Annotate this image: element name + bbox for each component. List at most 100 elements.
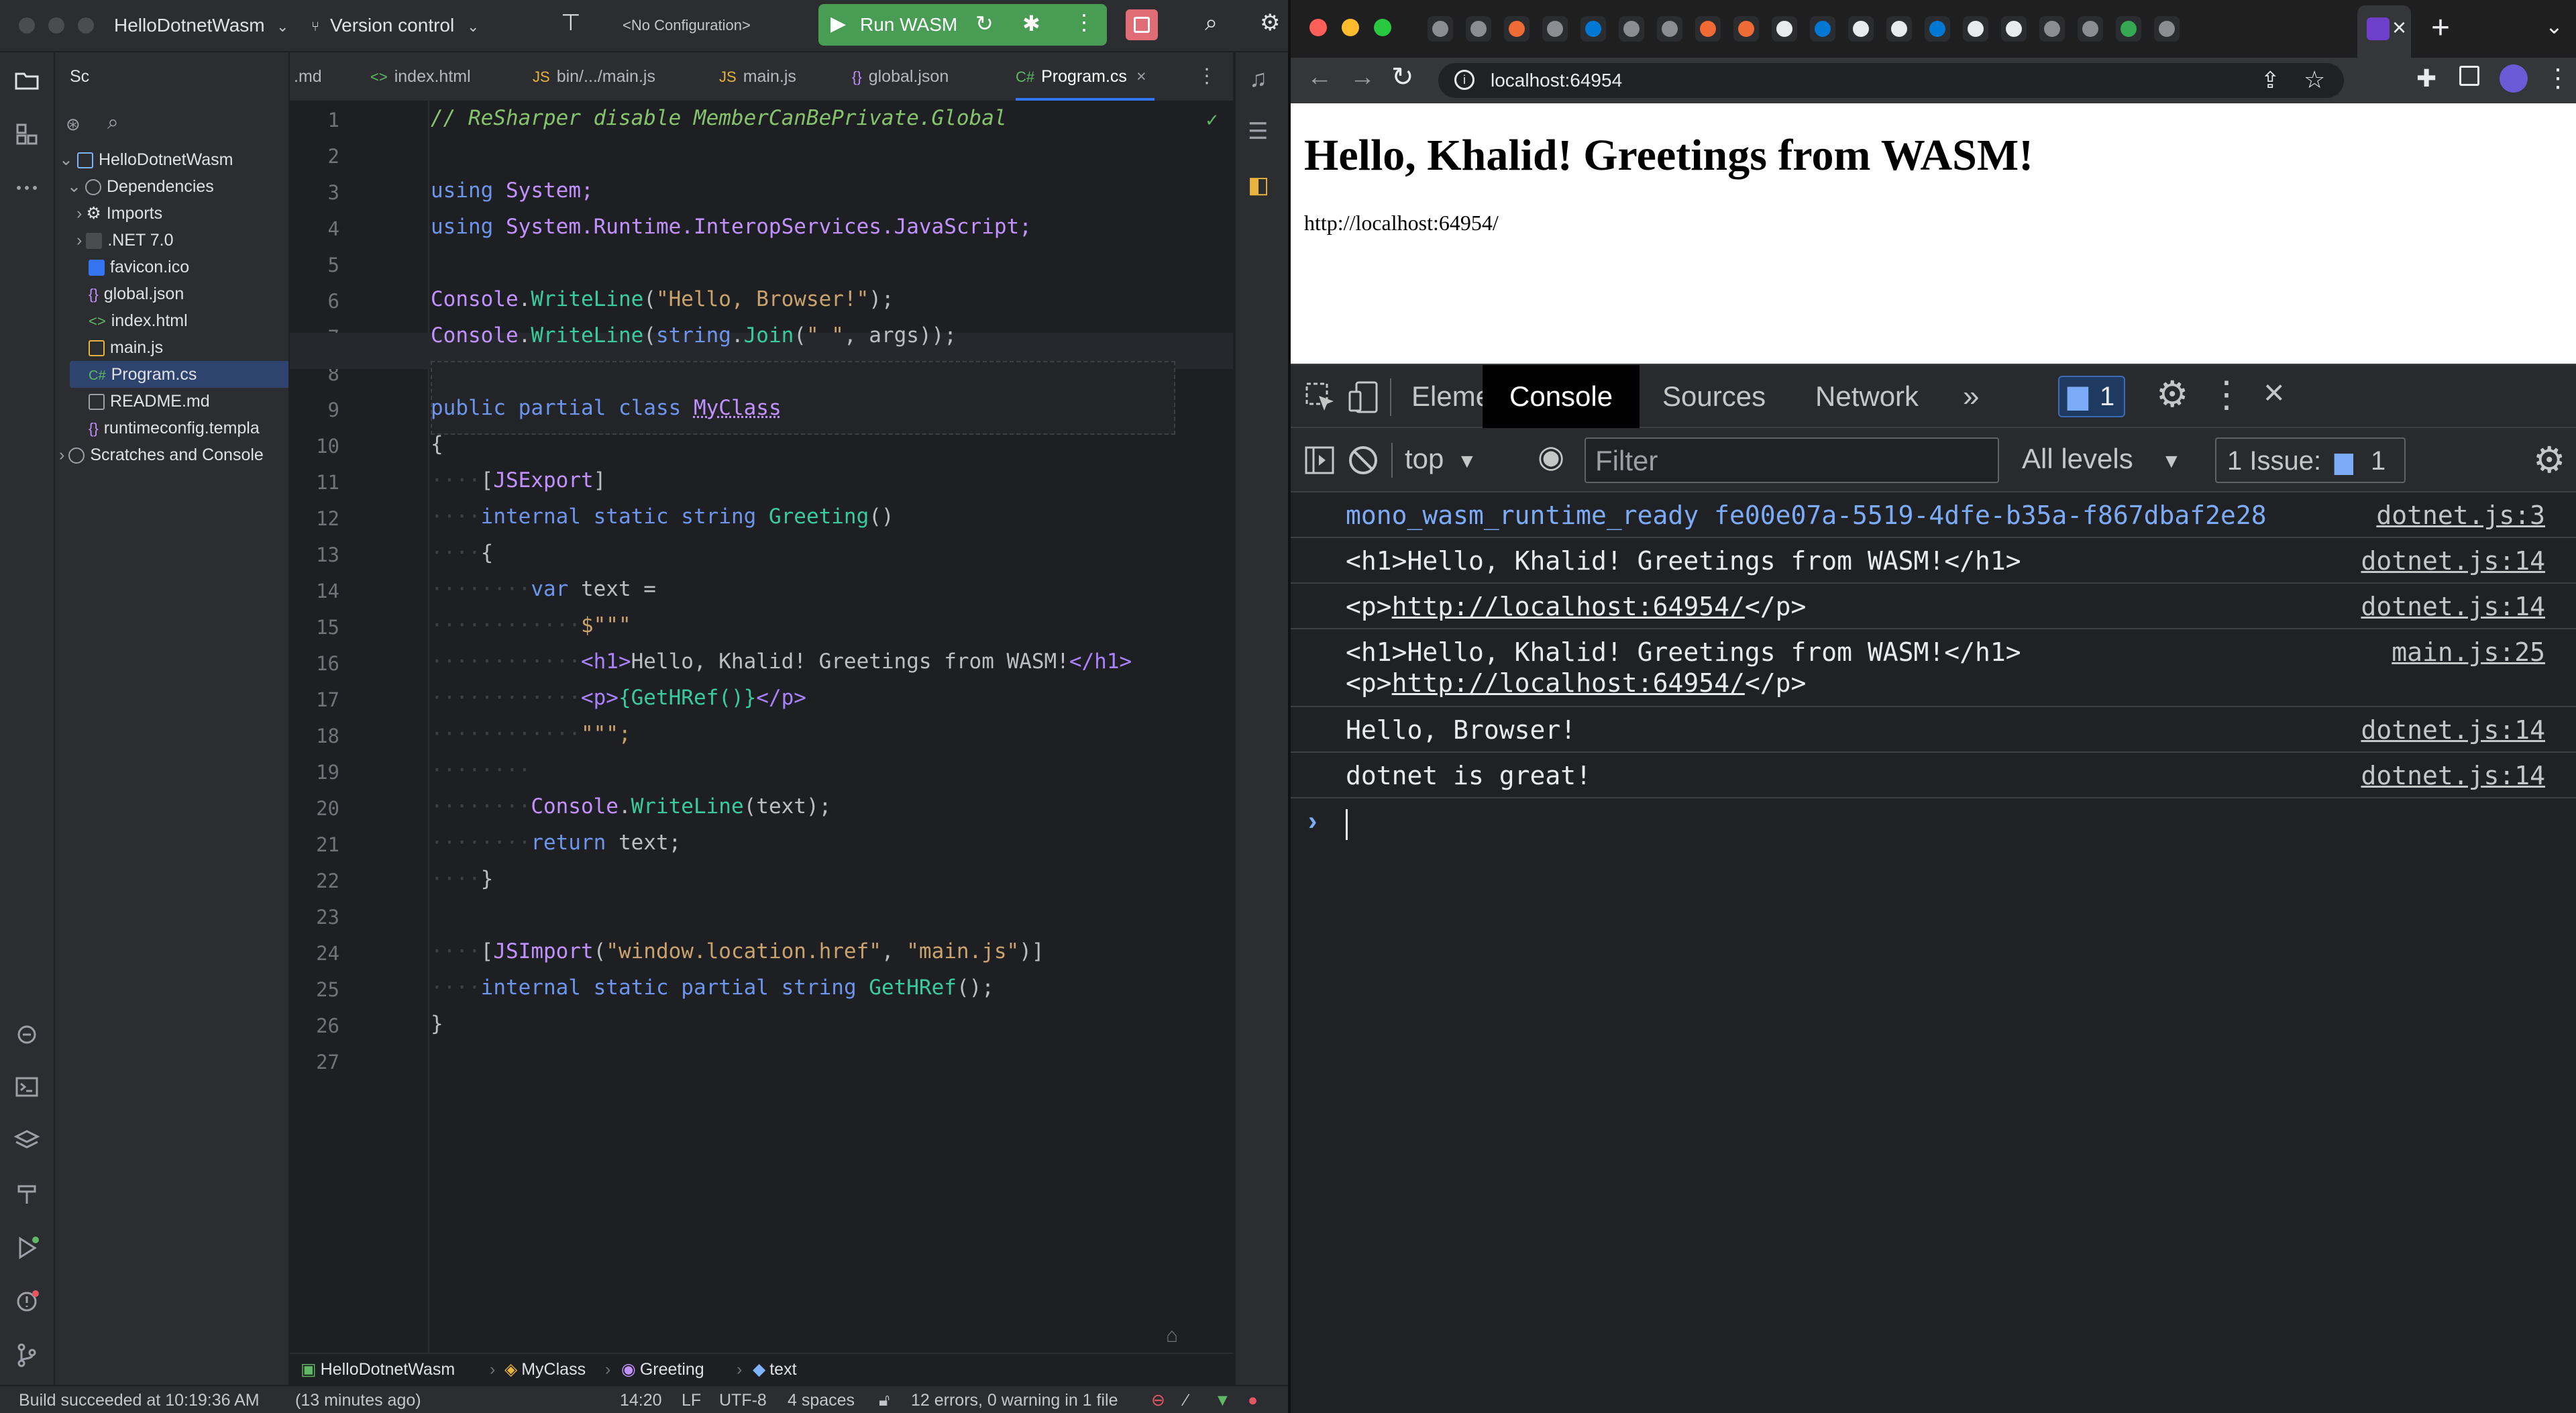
console-url-link[interactable]: http://localhost:64954/ (1392, 592, 1745, 621)
back-arrow-icon[interactable]: ← (1307, 63, 1332, 92)
browser-tab[interactable] (1657, 16, 1682, 42)
build-status[interactable]: Build succeeded at 10:19:36 AM (19, 1389, 260, 1412)
panel-title[interactable]: Sc (70, 67, 89, 87)
browser-tab[interactable] (1848, 16, 1874, 42)
forward-arrow-icon[interactable]: → (1350, 63, 1375, 92)
no-entry-icon[interactable]: ⊖ (1151, 1389, 1165, 1412)
devtools-menu-icon[interactable]: ⋮ (2208, 373, 2245, 415)
close-window-button[interactable] (1309, 19, 1327, 36)
browser-tab[interactable] (1772, 16, 1797, 42)
maximize-window-button[interactable] (78, 17, 94, 34)
run-button[interactable]: ▶ Run WASM ↻ ✱ ⋮ (818, 4, 1107, 46)
share-icon[interactable]: ⇪ (2261, 67, 2280, 94)
browser-tab[interactable] (2001, 16, 2027, 42)
console-settings-icon[interactable]: ⚙ (2533, 439, 2565, 481)
browser-tab[interactable] (1504, 16, 1529, 42)
close-tab-icon[interactable]: × (2392, 13, 2406, 42)
tab-search-icon[interactable]: ⌄ (2545, 13, 2563, 39)
browser-tab[interactable] (1619, 16, 1644, 42)
settings-icon[interactable]: ⚙ (2156, 373, 2188, 415)
console-source-link[interactable]: main.js:25 (2392, 629, 2545, 675)
breadcrumb-method[interactable]: ◉ Greeting (621, 1358, 704, 1381)
run-panel-icon[interactable] (13, 1235, 40, 1261)
tab-md[interactable]: .md (294, 52, 322, 101)
caret-position[interactable]: 14:20 (620, 1389, 662, 1412)
database-icon[interactable]: ☰ (1248, 118, 1268, 145)
debug-icon[interactable]: ✱ (1022, 11, 1040, 36)
vcs-icon[interactable]: ▼ (1214, 1389, 1231, 1412)
browser-tab[interactable] (2039, 16, 2065, 42)
tree-item-readme[interactable]: README.md (89, 388, 210, 415)
url-text[interactable]: localhost:64954 (1491, 68, 1622, 93)
avatar[interactable] (2500, 64, 2528, 93)
stop-button[interactable] (1126, 9, 1158, 40)
more-tabs-icon[interactable]: » (1963, 365, 1979, 428)
tree-item-global-json[interactable]: {} global.json (89, 280, 184, 307)
services-icon[interactable] (13, 1020, 40, 1047)
reader-mode-icon[interactable]: ⌂ (1166, 1324, 1178, 1347)
close-window-button[interactable] (19, 17, 35, 34)
breadcrumb-variable[interactable]: ◆ text (753, 1358, 797, 1381)
clear-console-icon[interactable] (1347, 444, 1379, 476)
problems-icon[interactable] (13, 1288, 40, 1315)
lock-icon[interactable]: 🔓︎ (879, 1389, 890, 1412)
build-hammer-icon[interactable] (13, 1181, 40, 1208)
inspect-element-icon[interactable] (1304, 381, 1338, 415)
browser-tab[interactable] (1963, 16, 1988, 42)
browser-tab[interactable] (1580, 16, 1606, 42)
code-editor[interactable]: 1234567891011121314151617181920212223242… (290, 101, 1233, 1353)
layers-icon[interactable] (13, 1127, 40, 1154)
new-tab-icon[interactable]: + (2431, 9, 2450, 46)
line-ending[interactable]: LF (682, 1389, 701, 1412)
configuration-selector[interactable]: <No Configuration> (623, 13, 751, 38)
browser-tab[interactable] (1428, 16, 1453, 42)
console-url-link[interactable]: http://localhost:64954/ (1392, 668, 1745, 698)
tree-item-project[interactable]: ⌄ HelloDotnetWasm (59, 146, 233, 173)
bookmark-star-icon[interactable]: ☆ (2304, 66, 2325, 94)
browser-tab[interactable] (1695, 16, 1721, 42)
console-prompt[interactable]: › (1291, 801, 2576, 848)
notifications-icon[interactable]: ♫ (1249, 64, 1267, 93)
tree-item-scratches[interactable]: › Scratches and Console (59, 441, 264, 468)
console-source-link[interactable]: dotnet.js:14 (2361, 753, 2545, 798)
tree-item-program-cs[interactable]: C# Program.cs (70, 361, 288, 388)
indent-setting[interactable]: 4 spaces (788, 1389, 855, 1412)
browser-tab[interactable] (2154, 16, 2180, 42)
browser-tab[interactable] (2116, 16, 2141, 42)
filter-input[interactable]: Filter (1585, 437, 1999, 483)
file-encoding[interactable]: UTF-8 (719, 1389, 767, 1412)
console-source-link[interactable]: dotnet.js:14 (2361, 538, 2545, 584)
minimize-window-button[interactable] (48, 17, 64, 34)
error-icon[interactable]: ● (1248, 1389, 1258, 1412)
rerun-icon[interactable]: ↻ (975, 11, 994, 36)
more-icon[interactable]: ⋮ (1073, 9, 1095, 35)
tree-item-dotnet[interactable]: › .NET 7.0 (76, 227, 174, 254)
site-info-icon[interactable]: i (1454, 70, 1474, 90)
tab-console[interactable]: Console (1483, 365, 1640, 428)
browser-tab[interactable] (1810, 16, 1835, 42)
issues-badge[interactable]: ▆ 1 (2058, 376, 2125, 417)
tab-index-html[interactable]: <> index.html (370, 52, 471, 101)
error-summary[interactable]: 12 errors, 0 warning in 1 file (911, 1389, 1118, 1412)
device-toolbar-icon[interactable] (1347, 380, 1381, 415)
project-folder-icon[interactable] (13, 67, 40, 94)
tab-bin-main-js[interactable]: JS bin/.../main.js (533, 52, 655, 101)
search-icon[interactable]: ⌕ (1205, 9, 1218, 36)
tab-main-js[interactable]: JS main.js (719, 52, 796, 101)
browser-tab[interactable] (2078, 16, 2103, 42)
tree-item-dependencies[interactable]: ⌄ Dependencies (67, 173, 214, 200)
close-tab-icon[interactable]: × (1136, 67, 1146, 86)
maximize-window-button[interactable] (1374, 19, 1391, 36)
breadcrumb-project[interactable]: ▣ HelloDotnetWasm (301, 1358, 455, 1381)
log-levels-selector[interactable]: All levels (2022, 440, 2133, 478)
browser-tab[interactable] (1733, 16, 1759, 42)
context-selector[interactable]: top (1405, 440, 1444, 478)
extensions-icon[interactable]: ✚ (2416, 64, 2436, 93)
console-source-link[interactable]: dotnet.js:14 (2361, 584, 2545, 629)
minimize-window-button[interactable] (1342, 19, 1359, 36)
terminal-icon[interactable] (13, 1074, 40, 1100)
tree-item-main-js[interactable]: main.js (89, 334, 163, 361)
omnibox[interactable]: i localhost:64954 ⇪ ☆ (1438, 63, 2344, 98)
tab-menu-icon[interactable]: ⋮ (1197, 52, 1217, 101)
hammer-icon[interactable]: ⊤ (561, 9, 581, 36)
